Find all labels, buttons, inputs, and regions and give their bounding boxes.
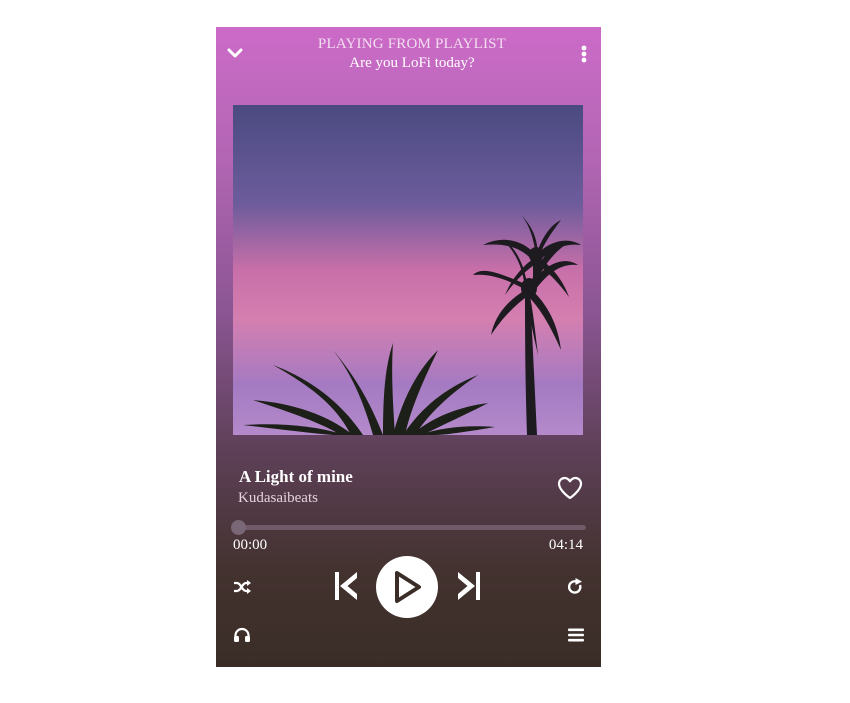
heart-icon xyxy=(557,476,583,500)
more-options-button[interactable] xyxy=(576,42,592,66)
next-button[interactable] xyxy=(457,570,481,602)
queue-list-icon xyxy=(568,628,584,642)
progress-handle[interactable] xyxy=(231,520,246,535)
track-duration: 04:14 xyxy=(548,537,583,553)
shuffle-icon xyxy=(234,580,251,594)
devices-button[interactable] xyxy=(232,626,252,644)
progress-bar[interactable] xyxy=(231,520,586,535)
player-header: PLAYING FROM PLAYLIST Are you LoFi today… xyxy=(216,27,601,87)
skip-previous-icon xyxy=(335,572,357,600)
previous-button[interactable] xyxy=(334,570,358,602)
repeat-icon xyxy=(567,578,582,594)
play-button[interactable] xyxy=(376,556,438,618)
music-player: PLAYING FROM PLAYLIST Are you LoFi today… xyxy=(216,27,601,667)
vertical-dots-icon xyxy=(581,45,587,63)
headphones-icon xyxy=(234,627,250,642)
current-time: 00:00 xyxy=(233,537,268,553)
playlist-name[interactable]: Are you LoFi today? xyxy=(216,55,601,72)
play-icon xyxy=(395,571,421,603)
repeat-button[interactable] xyxy=(566,577,584,597)
playing-from-label: PLAYING FROM PLAYLIST xyxy=(317,36,507,52)
shuffle-button[interactable] xyxy=(232,578,252,596)
track-title[interactable]: A Light of mine xyxy=(239,467,353,487)
track-artist[interactable]: Kudasaibeats xyxy=(238,490,318,507)
album-art xyxy=(233,105,583,435)
queue-button[interactable] xyxy=(567,627,585,643)
skip-next-icon xyxy=(458,572,480,600)
like-button[interactable] xyxy=(556,475,584,501)
